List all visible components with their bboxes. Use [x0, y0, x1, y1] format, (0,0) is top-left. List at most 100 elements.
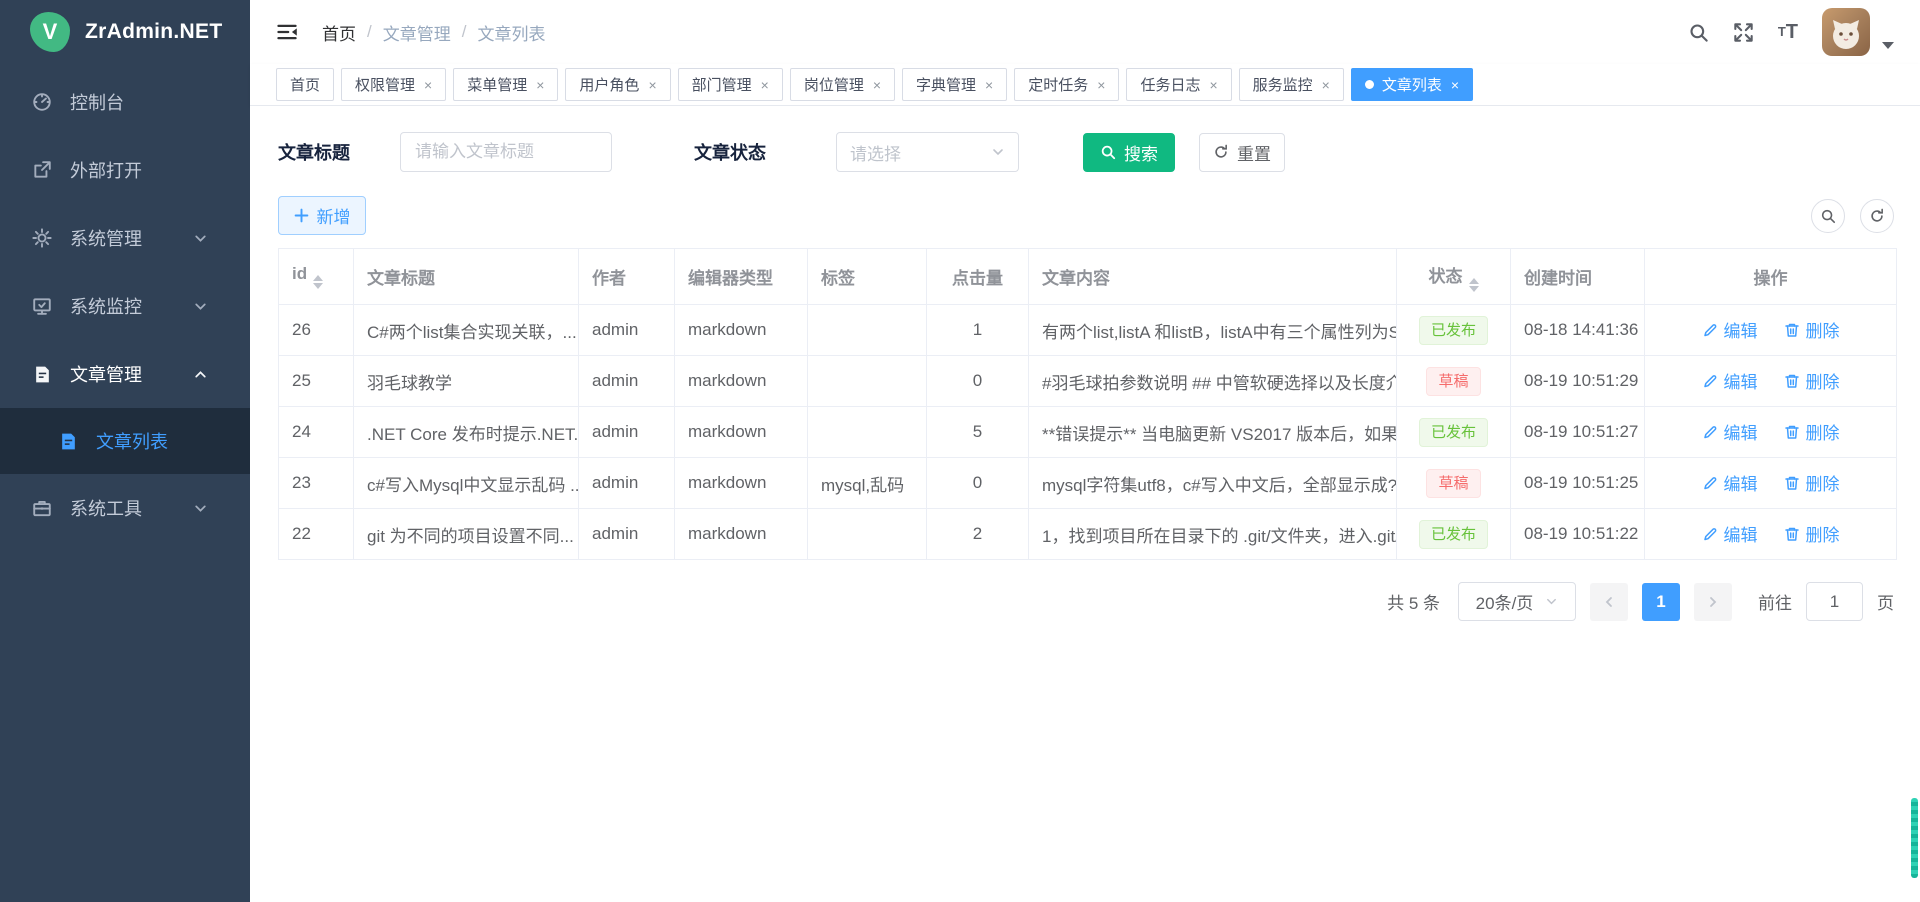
- table-row: 23c#写入Mysql中文显示乱码 ...adminmarkdownmysql,…: [279, 458, 1897, 509]
- pencil-icon: [1702, 373, 1718, 389]
- sidebar-item-label: 系统管理: [70, 225, 188, 251]
- column-header-title: 文章标题: [354, 249, 579, 305]
- cell-author: admin: [579, 305, 675, 356]
- sidebar: V ZrAdmin.NET 控制台外部打开系统管理系统监控文章管理文章列表系统工…: [0, 0, 250, 902]
- goto-page-input[interactable]: [1806, 582, 1863, 621]
- app-root: V ZrAdmin.NET 控制台外部打开系统管理系统监控文章管理文章列表系统工…: [0, 0, 1920, 902]
- article-title-input[interactable]: [400, 132, 612, 172]
- close-tab-icon[interactable]: ×: [873, 78, 881, 92]
- refresh-table-button[interactable]: [1860, 199, 1894, 233]
- edit-button[interactable]: 编辑: [1702, 470, 1758, 495]
- close-tab-icon[interactable]: ×: [1322, 78, 1330, 92]
- search-button[interactable]: 搜索: [1083, 133, 1175, 172]
- sidebar-item-article-admin[interactable]: 文章管理: [0, 340, 250, 408]
- edit-button[interactable]: 编辑: [1702, 368, 1758, 393]
- article-status-select[interactable]: 请选择: [836, 132, 1019, 172]
- tab-task-log[interactable]: 任务日志×: [1126, 68, 1231, 101]
- sidebar-item-system-tools[interactable]: 系统工具: [0, 474, 250, 542]
- avatar-dropdown-caret-icon[interactable]: [1882, 42, 1894, 49]
- prev-page-button[interactable]: [1590, 583, 1628, 621]
- tab-home[interactable]: 首页: [276, 68, 334, 101]
- toggle-search-button[interactable]: [1811, 199, 1845, 233]
- close-tab-icon[interactable]: ×: [536, 78, 544, 92]
- cell-created: 08-18 14:41:36: [1511, 305, 1645, 356]
- user-avatar[interactable]: [1822, 8, 1870, 56]
- table-row: 26C#两个list集合实现关联，...adminmarkdown1有两个lis…: [279, 305, 1897, 356]
- tab-cron-task[interactable]: 定时任务×: [1014, 68, 1119, 101]
- delete-button[interactable]: 删除: [1784, 317, 1840, 342]
- dashboard-icon: [30, 92, 54, 112]
- cell-status: 已发布: [1397, 305, 1511, 356]
- cell-ops: 编辑 删除: [1645, 356, 1897, 407]
- column-header-editor: 编辑器类型: [675, 249, 808, 305]
- breadcrumb-item[interactable]: 首页: [322, 20, 356, 45]
- add-button[interactable]: 新增: [278, 196, 366, 235]
- tab-service-monitor[interactable]: 服务监控×: [1239, 68, 1344, 101]
- close-tab-icon[interactable]: ×: [648, 78, 656, 92]
- articles-table: id文章标题作者编辑器类型标签点击量文章内容状态创建时间操作26C#两个list…: [278, 248, 1897, 560]
- close-tab-icon[interactable]: ×: [424, 78, 432, 92]
- edit-button[interactable]: 编辑: [1702, 521, 1758, 546]
- delete-button[interactable]: 删除: [1784, 368, 1840, 393]
- search-icon[interactable]: [1688, 22, 1709, 43]
- page-size-select[interactable]: 20条/页: [1458, 582, 1576, 621]
- table-toolbar: 新增: [278, 196, 1894, 235]
- breadcrumb-separator: /: [367, 22, 372, 42]
- tab-menu-admin[interactable]: 菜单管理 ×: [453, 68, 558, 101]
- tab-user-role[interactable]: 用户角色 ×: [565, 68, 670, 101]
- sidebar-item-system-monitor[interactable]: 系统监控: [0, 272, 250, 340]
- article-status-label: 文章状态: [694, 139, 766, 165]
- tab-label: 用户角色: [579, 74, 639, 95]
- font-size-icon[interactable]: TT: [1778, 21, 1798, 43]
- close-tab-icon[interactable]: ×: [1209, 78, 1217, 92]
- sidebar-item-external-open[interactable]: 外部打开: [0, 136, 250, 204]
- collapse-sidebar-icon[interactable]: [276, 21, 298, 43]
- column-header-id[interactable]: id: [279, 249, 354, 305]
- reset-button[interactable]: 重置: [1199, 133, 1285, 172]
- edit-button[interactable]: 编辑: [1702, 317, 1758, 342]
- cell-content: 1，找到项目所在目录下的 .git/文件夹，进入.git/...: [1029, 509, 1397, 560]
- edit-button[interactable]: 编辑: [1702, 419, 1758, 444]
- tab-label: 菜单管理: [467, 74, 527, 95]
- tab-post-admin[interactable]: 岗位管理×: [790, 68, 895, 101]
- monitor-icon: [30, 296, 54, 316]
- breadcrumb-item[interactable]: 文章管理: [383, 20, 451, 45]
- cell-status: 草稿: [1397, 356, 1511, 407]
- sort-icon[interactable]: [1469, 278, 1479, 292]
- chevron-right-icon: [1706, 595, 1720, 609]
- sidebar-item-article-list[interactable]: 文章列表: [0, 408, 250, 474]
- breadcrumb-item[interactable]: 文章列表: [477, 20, 545, 45]
- close-tab-icon[interactable]: ×: [1097, 78, 1105, 92]
- close-tab-icon[interactable]: ×: [761, 78, 769, 92]
- column-label: 编辑器类型: [688, 269, 773, 288]
- delete-button[interactable]: 删除: [1784, 419, 1840, 444]
- column-header-status[interactable]: 状态: [1397, 249, 1511, 305]
- sidebar-item-dashboard[interactable]: 控制台: [0, 68, 250, 136]
- sort-icon[interactable]: [313, 275, 323, 289]
- close-tab-icon[interactable]: ×: [1451, 78, 1459, 92]
- scrollbar-thumb[interactable]: [1911, 798, 1918, 878]
- page-number-button[interactable]: 1: [1642, 583, 1680, 621]
- pencil-icon: [1702, 475, 1718, 491]
- app-logo[interactable]: V ZrAdmin.NET: [0, 0, 250, 64]
- cell-author: admin: [579, 356, 675, 407]
- cell-created: 08-19 10:51:25: [1511, 458, 1645, 509]
- sidebar-item-label: 控制台: [70, 89, 228, 115]
- tab-article-list[interactable]: 文章列表×: [1351, 68, 1473, 101]
- cell-hits: 5: [927, 407, 1029, 458]
- sidebar-item-system-admin[interactable]: 系统管理: [0, 204, 250, 272]
- tab-dept-admin[interactable]: 部门管理×: [678, 68, 783, 101]
- close-tab-icon[interactable]: ×: [985, 78, 993, 92]
- document-icon: [56, 432, 80, 451]
- fullscreen-icon[interactable]: [1733, 22, 1754, 43]
- cell-hits: 2: [927, 509, 1029, 560]
- cell-id: 24: [279, 407, 354, 458]
- tab-permission[interactable]: 权限管理×: [341, 68, 446, 101]
- status-badge: 草稿: [1426, 367, 1480, 396]
- delete-button[interactable]: 删除: [1784, 521, 1840, 546]
- cell-created: 08-19 10:51:22: [1511, 509, 1645, 560]
- tab-dict-admin[interactable]: 字典管理×: [902, 68, 1007, 101]
- cell-id: 26: [279, 305, 354, 356]
- delete-button[interactable]: 删除: [1784, 470, 1840, 495]
- next-page-button[interactable]: [1694, 583, 1732, 621]
